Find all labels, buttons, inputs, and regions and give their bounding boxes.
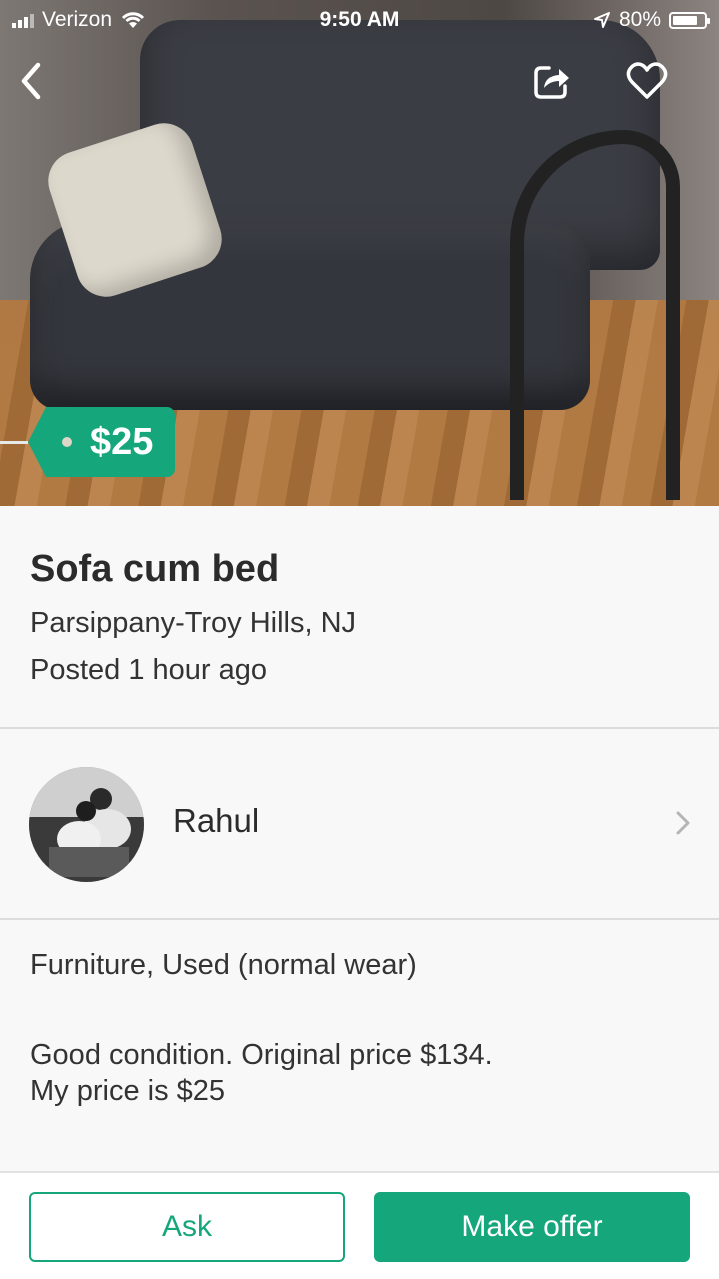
battery-icon — [669, 11, 710, 29]
favorite-button[interactable] — [622, 56, 672, 106]
listing-description: Good condition. Original price $134. My … — [30, 1039, 493, 1107]
battery-percent: 80% — [618, 8, 661, 31]
status-bar: Verizon 9:50 AM 80% — [0, 0, 719, 40]
action-bar: Ask Make offer — [0, 1171, 719, 1279]
heart-icon — [626, 62, 668, 99]
share-button[interactable] — [527, 56, 577, 106]
price-tag-body: $25 — [27, 407, 176, 477]
status-right: 80% — [593, 8, 710, 32]
price-tag-hole — [62, 437, 72, 447]
chevron-left-icon — [21, 62, 41, 100]
share-icon — [534, 66, 569, 99]
price-tag: $25 — [0, 407, 176, 477]
listing-location: Parsippany-Troy Hills, NJ — [30, 607, 357, 639]
avatar[interactable] — [29, 767, 144, 882]
ask-button[interactable]: Ask — [29, 1192, 345, 1262]
chevron-right-icon — [676, 811, 690, 835]
photo-sofa-arm — [510, 130, 680, 500]
listing-posted-time: Posted 1 hour ago — [30, 654, 268, 686]
seller-row[interactable]: Rahul — [0, 729, 719, 918]
listing-title: Sofa cum bed — [30, 548, 280, 590]
divider — [0, 918, 719, 920]
battery-fill — [673, 15, 697, 25]
listing-category: Furniture, Used (normal wear) — [30, 949, 417, 981]
make-offer-button[interactable]: Make offer — [374, 1192, 690, 1262]
price-label: $25 — [90, 420, 154, 463]
back-button[interactable] — [6, 56, 56, 106]
avatar-photo — [29, 767, 144, 882]
seller-name: Rahul — [173, 802, 260, 839]
price-tag-string — [0, 440, 28, 444]
location-arrow-icon — [593, 12, 610, 28]
